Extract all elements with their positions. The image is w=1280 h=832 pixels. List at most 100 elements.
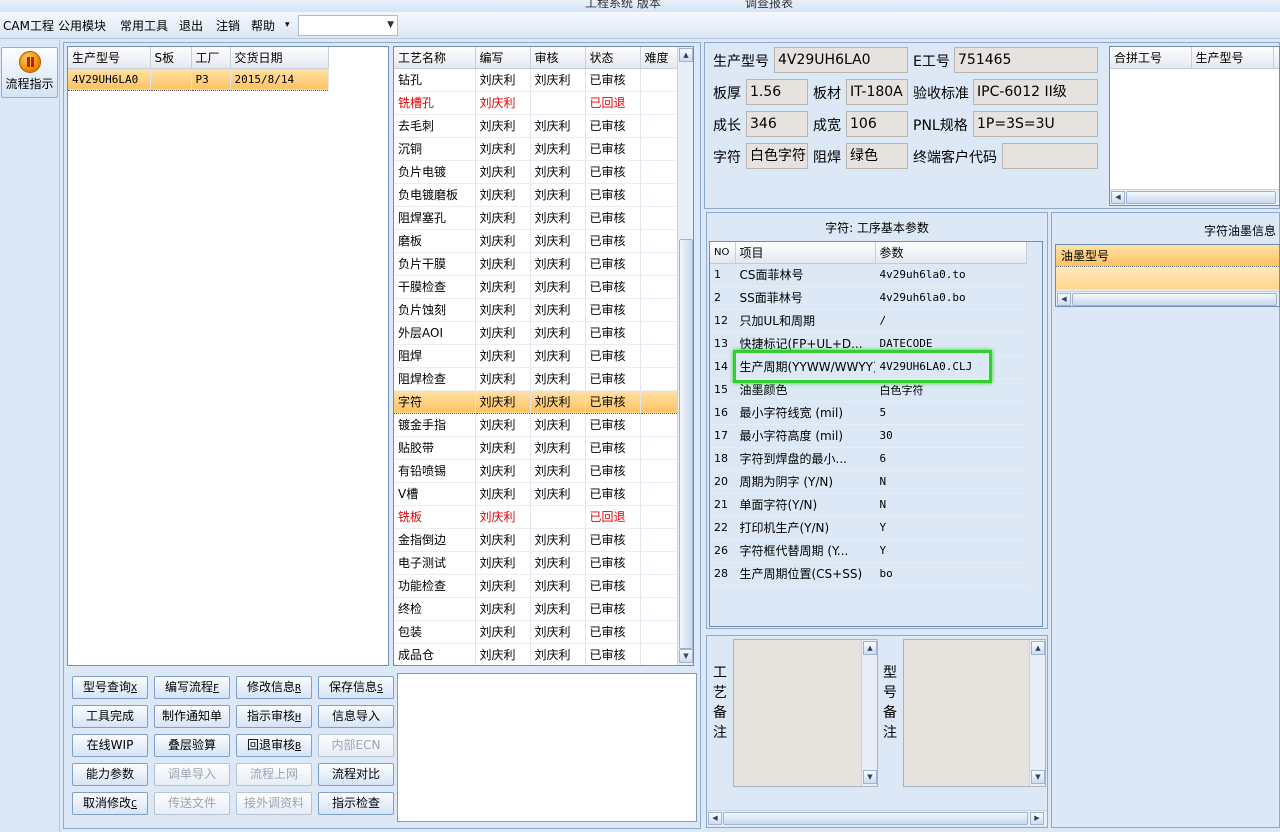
standard-field[interactable]: IPC-6012 II级 <box>973 79 1098 105</box>
table-row[interactable]: 功能检查 刘庆利 刘庆利 已审核 <box>394 574 678 598</box>
model-field[interactable]: 4V29UH6LA0 <box>774 47 908 73</box>
cancel-modify-button[interactable]: 取消修改C <box>72 792 148 815</box>
scroll-down-icon[interactable]: ▼ <box>1031 770 1045 784</box>
menu-overflow-icon[interactable]: ▾ <box>285 20 290 30</box>
ink-grid-hscrollbar[interactable]: ◀ <box>1056 291 1279 306</box>
send-file-button[interactable]: 传送文件 <box>154 792 230 815</box>
table-row[interactable]: 字符 刘庆利 刘庆利 已审核 <box>394 389 678 414</box>
table-row[interactable]: 阻焊塞孔 刘庆利 刘庆利 已审核 <box>394 206 678 230</box>
table-row[interactable]: 17 最小字符高度 (mil) 30 <box>710 424 1027 448</box>
save-info-button[interactable]: 保存信息S <box>318 676 394 699</box>
tool-done-button[interactable]: 工具完成 <box>72 705 148 728</box>
table-row[interactable]: 去毛刺 刘庆利 刘庆利 已审核 <box>394 114 678 138</box>
col-header-process-name[interactable]: 工艺名称 <box>394 47 476 69</box>
table-row[interactable]: 阻焊 刘庆利 刘庆利 已审核 <box>394 344 678 368</box>
customer-code-field[interactable] <box>1002 143 1098 169</box>
thickness-field[interactable]: 1.56 <box>746 79 808 105</box>
scroll-down-icon[interactable]: ▼ <box>863 770 877 784</box>
character-field[interactable]: 白色字符 <box>746 143 808 169</box>
scroll-down-icon[interactable]: ▼ <box>679 649 693 663</box>
table-row[interactable]: 4V29UH6LA0 P3 2015/8/14 <box>68 67 329 91</box>
table-row[interactable]: 16 最小字符线宽 (mil) 5 <box>710 401 1027 425</box>
scroll-thumb[interactable] <box>679 239 693 649</box>
scroll-up-icon[interactable]: ▲ <box>679 48 693 62</box>
table-row[interactable]: 15 油墨颜色 白色字符 <box>710 378 1027 402</box>
process-notes-scrollbar[interactable]: ▲ ▼ <box>861 640 877 786</box>
scroll-up-icon[interactable]: ▲ <box>1031 641 1045 655</box>
col-header-writer[interactable]: 编写 <box>475 47 531 69</box>
model-query-button[interactable]: 型号查询X <box>72 676 148 699</box>
table-row[interactable]: 负片蚀刻 刘庆利 刘庆利 已审核 <box>394 298 678 322</box>
merge-grid-hscrollbar[interactable]: ◀ <box>1110 189 1279 205</box>
notes-hscrollbar[interactable]: ◀ ▶ <box>707 810 1047 826</box>
table-row[interactable]: 14 生产周期(YYWW/WWYY) 4V29UH6LA0.CLJ <box>710 355 1027 379</box>
make-notice-button[interactable]: 制作通知单 <box>154 705 230 728</box>
import-info-button[interactable]: 信息导入 <box>318 705 394 728</box>
model-notes-scrollbar[interactable]: ▲ ▼ <box>1029 640 1045 786</box>
table-row[interactable]: 13 快捷标记(FP+UL+D... DATECODE <box>710 332 1027 356</box>
flow-instruction-button[interactable]: 流程指示 <box>1 47 58 98</box>
table-row[interactable]: 镀金手指 刘庆利 刘庆利 已审核 <box>394 413 678 437</box>
stack-check-button[interactable]: 叠层验算 <box>154 734 230 757</box>
modify-info-button[interactable]: 修改信息R <box>236 676 312 699</box>
table-row[interactable]: 26 字符框代替周期 (Y... Y <box>710 539 1027 563</box>
solder-mask-field[interactable]: 绿色 <box>846 143 908 169</box>
menu-common-tools[interactable]: 常用工具 <box>120 17 168 34</box>
length-field[interactable]: 346 <box>746 111 808 137</box>
table-row[interactable]: 阻焊检查 刘庆利 刘庆利 已审核 <box>394 367 678 391</box>
col-header-merge-no[interactable]: 合拼工号 <box>1110 47 1192 69</box>
table-row[interactable]: 1 CS面菲林号 4v29uh6la0.to <box>710 263 1027 287</box>
table-row[interactable]: 电子测试 刘庆利 刘庆利 已审核 <box>394 551 678 575</box>
import-order-button[interactable]: 调单导入 <box>154 763 230 786</box>
width-field[interactable]: 106 <box>846 111 908 137</box>
scroll-thumb[interactable] <box>1126 191 1276 204</box>
table-row[interactable]: 铣槽孔 刘庆利 已回退 <box>394 91 678 115</box>
col-header-no[interactable]: NO <box>710 242 736 264</box>
e-no-field[interactable]: 751465 <box>954 47 1098 73</box>
material-field[interactable]: IT-180A <box>846 79 908 105</box>
col-header-merge-extra[interactable] <box>1273 47 1279 69</box>
table-row[interactable]: 沉铜 刘庆利 刘庆利 已审核 <box>394 137 678 161</box>
table-row[interactable]: 贴胶带 刘庆利 刘庆利 已审核 <box>394 436 678 460</box>
col-header-factory[interactable]: 工厂 <box>191 47 231 69</box>
col-header-item[interactable]: 项目 <box>735 242 876 264</box>
col-header-difficulty[interactable]: 难度 <box>640 47 678 69</box>
table-row[interactable]: 钻孔 刘庆利 刘庆利 已审核 <box>394 68 678 92</box>
scroll-thumb[interactable] <box>1072 293 1277 306</box>
table-row[interactable]: 铣板 刘庆利 已回退 <box>394 505 678 529</box>
table-row[interactable]: 2 SS面菲林号 4v29uh6la0.bo <box>710 286 1027 310</box>
table-row[interactable]: 负片干膜 刘庆利 刘庆利 已审核 <box>394 252 678 276</box>
rollback-audit-button[interactable]: 回退审核B <box>236 734 312 757</box>
check-instruction-button[interactable]: 指示检查 <box>318 792 394 815</box>
table-row[interactable]: 成品仓 刘庆利 刘庆利 已审核 <box>394 643 678 665</box>
table-row[interactable]: 12 只加UL和周期 / <box>710 309 1027 333</box>
scroll-right-icon[interactable]: ▶ <box>1030 812 1044 825</box>
table-row[interactable]: 干膜检查 刘庆利 刘庆利 已审核 <box>394 275 678 299</box>
pnl-field[interactable]: 1P=3S=3U <box>973 111 1098 137</box>
process-grid-scrollbar[interactable]: ▲ ▼ <box>677 47 693 665</box>
flow-compare-button[interactable]: 流程对比 <box>318 763 394 786</box>
model-notes-textbox[interactable]: ▲ ▼ <box>903 639 1046 787</box>
scroll-left-icon[interactable]: ◀ <box>708 812 722 825</box>
table-row[interactable]: 21 单面字符(Y/N) N <box>710 493 1027 517</box>
table-row[interactable]: V槽 刘庆利 刘庆利 已审核 <box>394 482 678 506</box>
process-notes-textbox[interactable]: ▲ ▼ <box>733 639 878 787</box>
internal-ecn-button[interactable]: 内部ECN <box>318 734 394 757</box>
menu-exit[interactable]: 退出 <box>179 17 203 34</box>
menu-logout[interactable]: 注销 <box>216 17 240 34</box>
table-row[interactable]: 22 打印机生产(Y/N) Y <box>710 516 1027 540</box>
scroll-thumb[interactable] <box>723 812 1028 825</box>
flow-online-button[interactable]: 流程上网 <box>236 763 312 786</box>
table-row[interactable]: 18 字符到焊盘的最小... 6 <box>710 447 1027 471</box>
table-row[interactable]: 终检 刘庆利 刘庆利 已审核 <box>394 597 678 621</box>
col-header-value[interactable]: 参数 <box>875 242 1027 264</box>
col-header-status[interactable]: 状态 <box>585 47 641 69</box>
menu-cam[interactable]: CAM工程 <box>3 17 54 34</box>
table-row[interactable]: 有铅喷锡 刘庆利 刘庆利 已审核 <box>394 459 678 483</box>
table-row[interactable]: 金指倒边 刘庆利 刘庆利 已审核 <box>394 528 678 552</box>
table-row[interactable] <box>1056 267 1279 289</box>
col-header-s-board[interactable]: S板 <box>150 47 192 69</box>
menu-help[interactable]: 帮助 <box>251 17 275 34</box>
col-header-merge-model[interactable]: 生产型号 <box>1191 47 1274 69</box>
table-row[interactable]: 外层AOI 刘庆利 刘庆利 已审核 <box>394 321 678 345</box>
